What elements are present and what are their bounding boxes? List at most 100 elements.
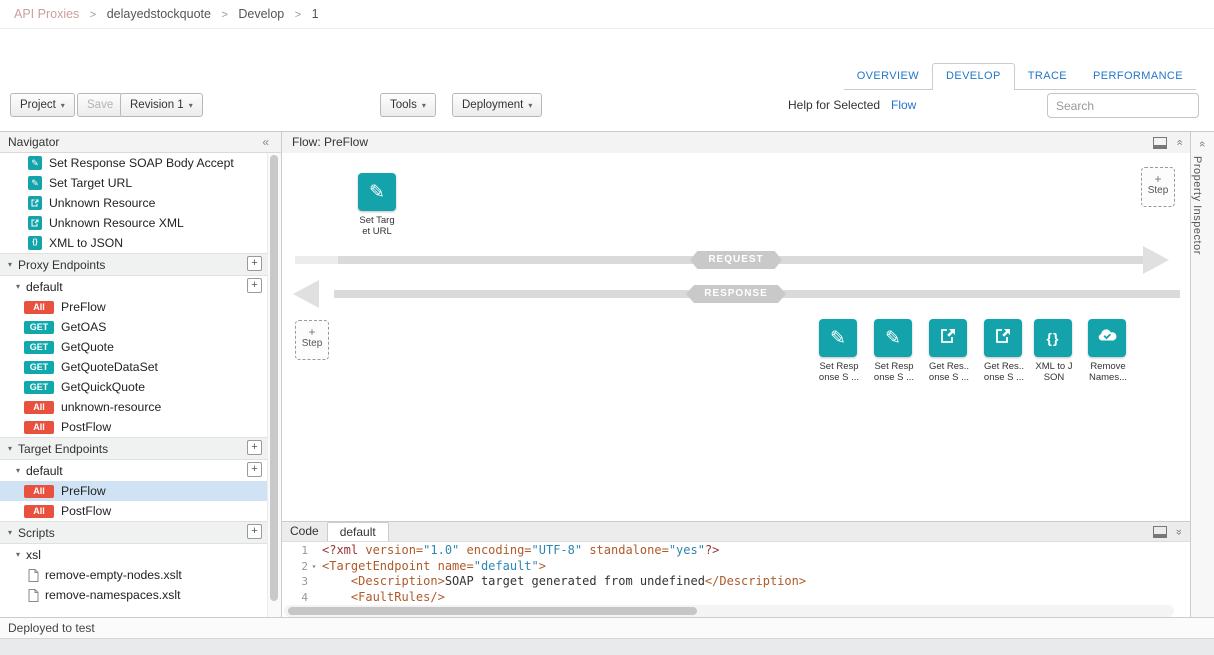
fold-icon[interactable]: ▾ bbox=[308, 559, 320, 575]
save-button[interactable]: Save bbox=[77, 93, 123, 117]
fold-icon bbox=[308, 590, 320, 606]
policy-item[interactable]: ✎ Set Response SOAP Body Accept bbox=[0, 153, 268, 173]
group-collapse-icon: ▾ bbox=[16, 282, 20, 291]
breadcrumb-revision: 1 bbox=[312, 7, 319, 21]
deployment-menu-button[interactable]: Deployment▾ bbox=[452, 93, 542, 117]
navigator-list: ✎ Set Response SOAP Body Accept ✎ Set Ta… bbox=[0, 153, 268, 618]
add-flow-button[interactable]: + bbox=[247, 278, 262, 293]
line-number: 2 bbox=[282, 559, 308, 575]
proxy-flow-postflow[interactable]: All PostFlow bbox=[0, 417, 268, 437]
proxy-endpoint-default[interactable]: ▾ default + bbox=[0, 276, 268, 297]
section-target-endpoints[interactable]: ▾ Target Endpoints + bbox=[0, 437, 268, 460]
response-lane-badge: RESPONSE bbox=[686, 285, 786, 303]
policy-item[interactable]: Unknown Resource XML bbox=[0, 213, 268, 233]
request-arrow-icon bbox=[1143, 246, 1169, 274]
scripts-group-xsl[interactable]: ▾ xsl bbox=[0, 544, 268, 565]
tools-menu-button[interactable]: Tools▾ bbox=[380, 93, 436, 117]
breadcrumb-separator: > bbox=[90, 9, 96, 21]
section-title: Proxy Endpoints bbox=[18, 258, 105, 272]
project-menu-label: Project bbox=[20, 99, 56, 111]
policy-item[interactable]: Unknown Resource bbox=[0, 193, 268, 213]
code-panel-label: Code bbox=[282, 522, 327, 541]
policy-label: Set Response SOAP Body Accept bbox=[49, 156, 234, 170]
proxy-flow-preflow[interactable]: All PreFlow bbox=[0, 297, 268, 317]
add-proxy-endpoint-button[interactable]: + bbox=[247, 256, 262, 271]
caret-down-icon: ▾ bbox=[422, 101, 426, 110]
breadcrumb: API Proxies > delayedstockquote > Develo… bbox=[0, 0, 1214, 29]
panel-layout-icon[interactable] bbox=[1153, 137, 1167, 149]
policy-label: Unknown Resource XML bbox=[49, 216, 184, 230]
navigator-scrollbar-thumb[interactable] bbox=[270, 155, 278, 601]
code-tab-default[interactable]: default bbox=[327, 522, 389, 541]
plus-icon: + bbox=[296, 326, 328, 338]
expand-panel-icon[interactable]: « bbox=[1168, 139, 1189, 145]
breadcrumb-proxy-name[interactable]: delayedstockquote bbox=[107, 7, 211, 21]
code-horizontal-scrollbar-thumb[interactable] bbox=[288, 607, 697, 615]
script-file-item[interactable]: remove-empty-nodes.xslt bbox=[0, 565, 268, 585]
flow-label: unknown-resource bbox=[61, 400, 161, 414]
tab-performance[interactable]: PERFORMANCE bbox=[1080, 64, 1196, 89]
proxy-flow-getquote[interactable]: GET GetQuote bbox=[0, 337, 268, 357]
panel-layout-icon[interactable] bbox=[1153, 526, 1167, 538]
property-inspector-expand-icon[interactable]: « bbox=[1197, 141, 1209, 147]
tab-trace[interactable]: TRACE bbox=[1015, 64, 1080, 89]
proxy-flow-getquickquote[interactable]: GET GetQuickQuote bbox=[0, 377, 268, 397]
tab-overview[interactable]: OVERVIEW bbox=[844, 64, 932, 89]
section-collapse-icon: ▾ bbox=[8, 528, 12, 537]
line-number: 3 bbox=[282, 574, 308, 590]
proxy-flow-getquotedataset[interactable]: GET GetQuoteDataSet bbox=[0, 357, 268, 377]
navigator-collapse-icon[interactable]: « bbox=[262, 132, 269, 152]
flow-step-get-response-2[interactable] bbox=[984, 319, 1022, 357]
flow-label: PostFlow bbox=[61, 420, 111, 434]
xml-to-json-icon: {} bbox=[28, 236, 42, 250]
flow-step-get-response-1[interactable] bbox=[929, 319, 967, 357]
flow-canvas: ✎ Set Targ et URL + Step REQUEST bbox=[282, 153, 1190, 521]
add-target-endpoint-button[interactable]: + bbox=[247, 440, 262, 455]
file-label: remove-namespaces.xslt bbox=[45, 588, 180, 602]
section-proxy-endpoints[interactable]: ▾ Proxy Endpoints + bbox=[0, 253, 268, 276]
flow-step-remove-namespaces[interactable] bbox=[1088, 319, 1126, 357]
file-label: remove-empty-nodes.xslt bbox=[45, 568, 182, 582]
flow-step-set-response-2[interactable]: ✎ bbox=[874, 319, 912, 357]
navigator-header: Navigator « bbox=[0, 132, 281, 153]
help-flow-link[interactable]: Flow bbox=[891, 98, 916, 112]
target-flow-preflow-selected[interactable]: All PreFlow bbox=[0, 481, 268, 501]
flow-step-set-response-1[interactable]: ✎ bbox=[819, 319, 857, 357]
section-scripts[interactable]: ▾ Scripts + bbox=[0, 521, 268, 544]
policy-item[interactable]: ✎ Set Target URL bbox=[0, 173, 268, 193]
edit-policy-icon: ✎ bbox=[885, 327, 901, 350]
navigator-scrollbar[interactable] bbox=[267, 153, 281, 618]
code-line: 2 ▾ <TargetEndpoint name="default"> bbox=[282, 559, 1190, 575]
add-step-button-response[interactable]: + Step bbox=[295, 320, 329, 360]
revision-menu-label: Revision 1 bbox=[130, 99, 184, 111]
policy-item[interactable]: {} XML to JSON bbox=[0, 233, 268, 253]
caret-down-icon: ▾ bbox=[61, 101, 65, 110]
add-script-button[interactable]: + bbox=[247, 524, 262, 539]
target-endpoint-default[interactable]: ▾ default + bbox=[0, 460, 268, 481]
save-label: Save bbox=[87, 99, 113, 111]
fold-icon bbox=[308, 574, 320, 590]
proxy-flow-getoas[interactable]: GET GetOAS bbox=[0, 317, 268, 337]
breadcrumb-api-proxies[interactable]: API Proxies bbox=[14, 7, 79, 21]
add-step-button-request[interactable]: + Step bbox=[1141, 167, 1175, 207]
resource-arrow-icon bbox=[28, 196, 42, 210]
search-input[interactable] bbox=[1047, 93, 1199, 118]
group-label: default bbox=[26, 280, 63, 294]
flow-step-xml-to-json[interactable]: {} bbox=[1034, 319, 1072, 357]
collapse-panel-icon[interactable]: « bbox=[1173, 528, 1185, 534]
add-flow-button[interactable]: + bbox=[247, 462, 262, 477]
breadcrumb-develop[interactable]: Develop bbox=[238, 7, 284, 21]
proxy-flow-unknown-resource[interactable]: All unknown-resource bbox=[0, 397, 268, 417]
method-badge: GET bbox=[24, 321, 54, 334]
target-flow-postflow[interactable]: All PostFlow bbox=[0, 501, 268, 521]
script-file-item[interactable]: remove-namespaces.xslt bbox=[0, 585, 268, 605]
code-line: 3 <Description>SOAP target generated fro… bbox=[282, 574, 1190, 590]
flow-step-set-target-url[interactable]: ✎ bbox=[358, 173, 396, 211]
flow-label: GetQuoteDataSet bbox=[61, 360, 158, 374]
project-menu-button[interactable]: Project ▾ bbox=[10, 93, 75, 117]
code-horizontal-scrollbar[interactable] bbox=[284, 605, 1174, 617]
revision-menu-button[interactable]: Revision 1▾ bbox=[120, 93, 203, 117]
request-lane-start bbox=[295, 256, 338, 264]
tab-develop[interactable]: DEVELOP bbox=[932, 63, 1015, 90]
plus-icon: + bbox=[1142, 173, 1174, 185]
